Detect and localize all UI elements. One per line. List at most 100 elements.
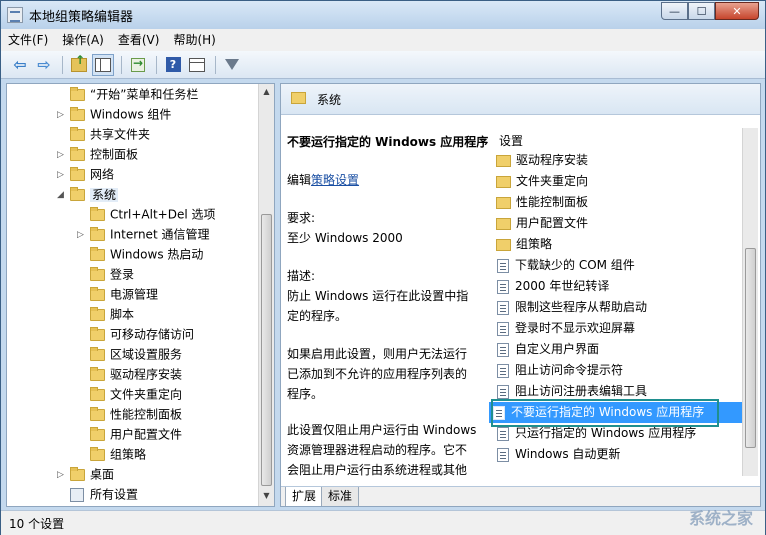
tree-item[interactable]: ▷ Windows 组件 xyxy=(57,104,171,124)
toolbar-separator xyxy=(62,55,63,74)
folder-icon xyxy=(90,246,105,261)
tree-item-system[interactable]: ◢ 系统 xyxy=(57,184,119,205)
tree-item[interactable]: Windows 热启动 xyxy=(77,244,203,264)
policy-setting-icon xyxy=(497,342,509,357)
selection-highlight-box xyxy=(491,399,719,427)
tree-item[interactable]: 组策略 xyxy=(77,444,146,464)
toolbar: ⇦ ⇨ ? xyxy=(1,51,765,79)
minimize-button[interactable]: — xyxy=(661,2,688,20)
tree-item[interactable]: ▷ Internet 通信管理 xyxy=(77,224,209,244)
expand-arrow-icon[interactable]: ▷ xyxy=(57,145,67,165)
properties-icon xyxy=(189,57,205,72)
tree-item[interactable]: 可移动存储访问 xyxy=(77,324,194,344)
window-title: 本地组策略编辑器 xyxy=(29,10,134,25)
tree-item[interactable]: 驱动程序安装 xyxy=(77,364,182,384)
filter-icon xyxy=(225,59,239,70)
folder-icon xyxy=(70,146,85,161)
menu-file[interactable]: 文件(F) xyxy=(1,30,55,50)
folder-icon xyxy=(90,386,105,401)
show-hide-tree-button[interactable] xyxy=(92,53,114,76)
menu-bar: 文件(F) 操作(A) 查看(V) 帮助(H) xyxy=(1,29,765,51)
tree-item[interactable]: 电源管理 xyxy=(77,284,158,304)
policy-setting-icon xyxy=(497,384,509,399)
tree-item[interactable]: 性能控制面板 xyxy=(77,404,182,424)
details-header: 系统 xyxy=(281,84,760,115)
list-item[interactable]: 限制这些程序从帮助启动 xyxy=(493,297,647,318)
tree-item[interactable]: 区域设置服务 xyxy=(77,344,182,364)
maximize-button[interactable]: ☐ xyxy=(688,2,715,20)
expand-arrow-icon[interactable]: ▷ xyxy=(57,165,67,185)
tree-item[interactable]: ▷ 控制面板 xyxy=(57,144,138,164)
edit-policy-link[interactable]: 策略设置 xyxy=(311,173,359,187)
folder-icon xyxy=(90,406,105,421)
list-item[interactable]: 组策略 xyxy=(493,234,552,255)
tree-item[interactable]: 登录 xyxy=(77,264,134,284)
tree-item[interactable]: 所有设置 xyxy=(57,484,138,504)
expand-arrow-icon[interactable]: ▷ xyxy=(57,105,67,125)
list-item[interactable]: 性能控制面板 xyxy=(493,192,588,213)
folder-icon xyxy=(90,266,105,281)
folder-icon xyxy=(90,286,105,301)
properties-button[interactable] xyxy=(186,54,208,76)
description-paragraph: 如果启用此设置，则用户无法运行已添加到不允许的应用程序列表的程序。 xyxy=(287,347,468,401)
title-bar[interactable]: 本地组策略编辑器 — ☐ ✕ xyxy=(1,1,765,29)
policy-setting-icon xyxy=(497,300,509,315)
scroll-thumb[interactable] xyxy=(745,248,756,448)
list-item[interactable]: 下载缺少的 COM 组件 xyxy=(493,255,635,276)
list-item[interactable]: 登录时不显示欢迎屏幕 xyxy=(493,318,635,339)
policy-setting-icon xyxy=(497,279,509,294)
tree-scrollbar[interactable]: ▲ ▼ xyxy=(258,84,274,506)
up-level-button[interactable] xyxy=(68,53,90,76)
description-label: 描述: xyxy=(287,269,316,283)
forward-arrow-icon: ⇨ xyxy=(37,55,51,74)
status-text: 10 个设置 xyxy=(9,517,65,531)
list-item[interactable]: 用户配置文件 xyxy=(493,213,588,234)
tree-item[interactable]: 共享文件夹 xyxy=(57,124,150,144)
list-item[interactable]: 文件夹重定向 xyxy=(493,171,588,192)
folder-icon xyxy=(90,446,105,461)
tab-extended[interactable]: 扩展 xyxy=(285,487,324,506)
forward-button[interactable]: ⇨ xyxy=(33,54,55,76)
tree-item[interactable]: ▷ 网络 xyxy=(57,164,114,184)
collapse-arrow-icon[interactable]: ◢ xyxy=(57,185,67,205)
description-title: 不要运行指定的 Windows 应用程序 xyxy=(287,135,489,149)
scroll-down-icon[interactable]: ▼ xyxy=(259,488,274,504)
folder-icon xyxy=(70,86,85,101)
export-list-button[interactable] xyxy=(127,54,149,76)
back-button[interactable]: ⇦ xyxy=(9,54,31,76)
filter-button[interactable] xyxy=(221,54,243,76)
tab-standard[interactable]: 标准 xyxy=(321,487,360,506)
tree-item[interactable]: 脚本 xyxy=(77,304,134,324)
folder-icon xyxy=(90,206,105,221)
expand-arrow-icon[interactable]: ▷ xyxy=(57,465,67,485)
menu-view[interactable]: 查看(V) xyxy=(111,30,167,50)
expand-arrow-icon[interactable]: ▷ xyxy=(77,225,87,245)
tree-item[interactable]: Ctrl+Alt+Del 选项 xyxy=(77,204,215,224)
description-paragraph: 此设置仅阻止用户运行由 Windows 资源管理器进程启动的程序。它不会阻止用户… xyxy=(287,423,477,477)
close-button[interactable]: ✕ xyxy=(715,2,759,20)
gpedit-window: 本地组策略编辑器 — ☐ ✕ 文件(F) 操作(A) 查看(V) 帮助(H) ⇦… xyxy=(0,0,766,535)
folder-icon xyxy=(496,238,511,251)
list-item[interactable]: 驱动程序安装 xyxy=(493,150,588,171)
folder-icon xyxy=(496,217,511,230)
settings-column-header[interactable]: 设置 xyxy=(499,132,523,149)
menu-action[interactable]: 操作(A) xyxy=(55,30,111,50)
scroll-thumb[interactable] xyxy=(261,214,272,486)
tree-item[interactable]: “开始”菜单和任务栏 xyxy=(57,84,198,104)
settings-scrollbar[interactable] xyxy=(742,128,758,476)
list-item[interactable]: Windows 自动更新 xyxy=(493,444,620,465)
help-button[interactable]: ? xyxy=(162,54,184,76)
list-item[interactable]: 阻止访问命令提示符 xyxy=(493,360,623,381)
list-item[interactable]: 自定义用户界面 xyxy=(493,339,599,360)
list-item[interactable]: 2000 年世纪转译 xyxy=(493,276,609,297)
scroll-up-icon[interactable]: ▲ xyxy=(259,84,274,100)
tree-item[interactable]: 用户配置文件 xyxy=(77,424,182,444)
folder-icon xyxy=(90,306,105,321)
tree-item[interactable]: ▷ 桌面 xyxy=(57,464,114,484)
open-folder-icon xyxy=(70,186,85,201)
menu-help[interactable]: 帮助(H) xyxy=(166,30,222,50)
toolbar-separator xyxy=(121,55,122,74)
toolbar-separator xyxy=(215,55,216,74)
tree-item[interactable]: 文件夹重定向 xyxy=(77,384,182,404)
details-pane: 系统 不要运行指定的 Windows 应用程序 编辑策略设置 要求: 至少 Wi… xyxy=(280,83,761,507)
